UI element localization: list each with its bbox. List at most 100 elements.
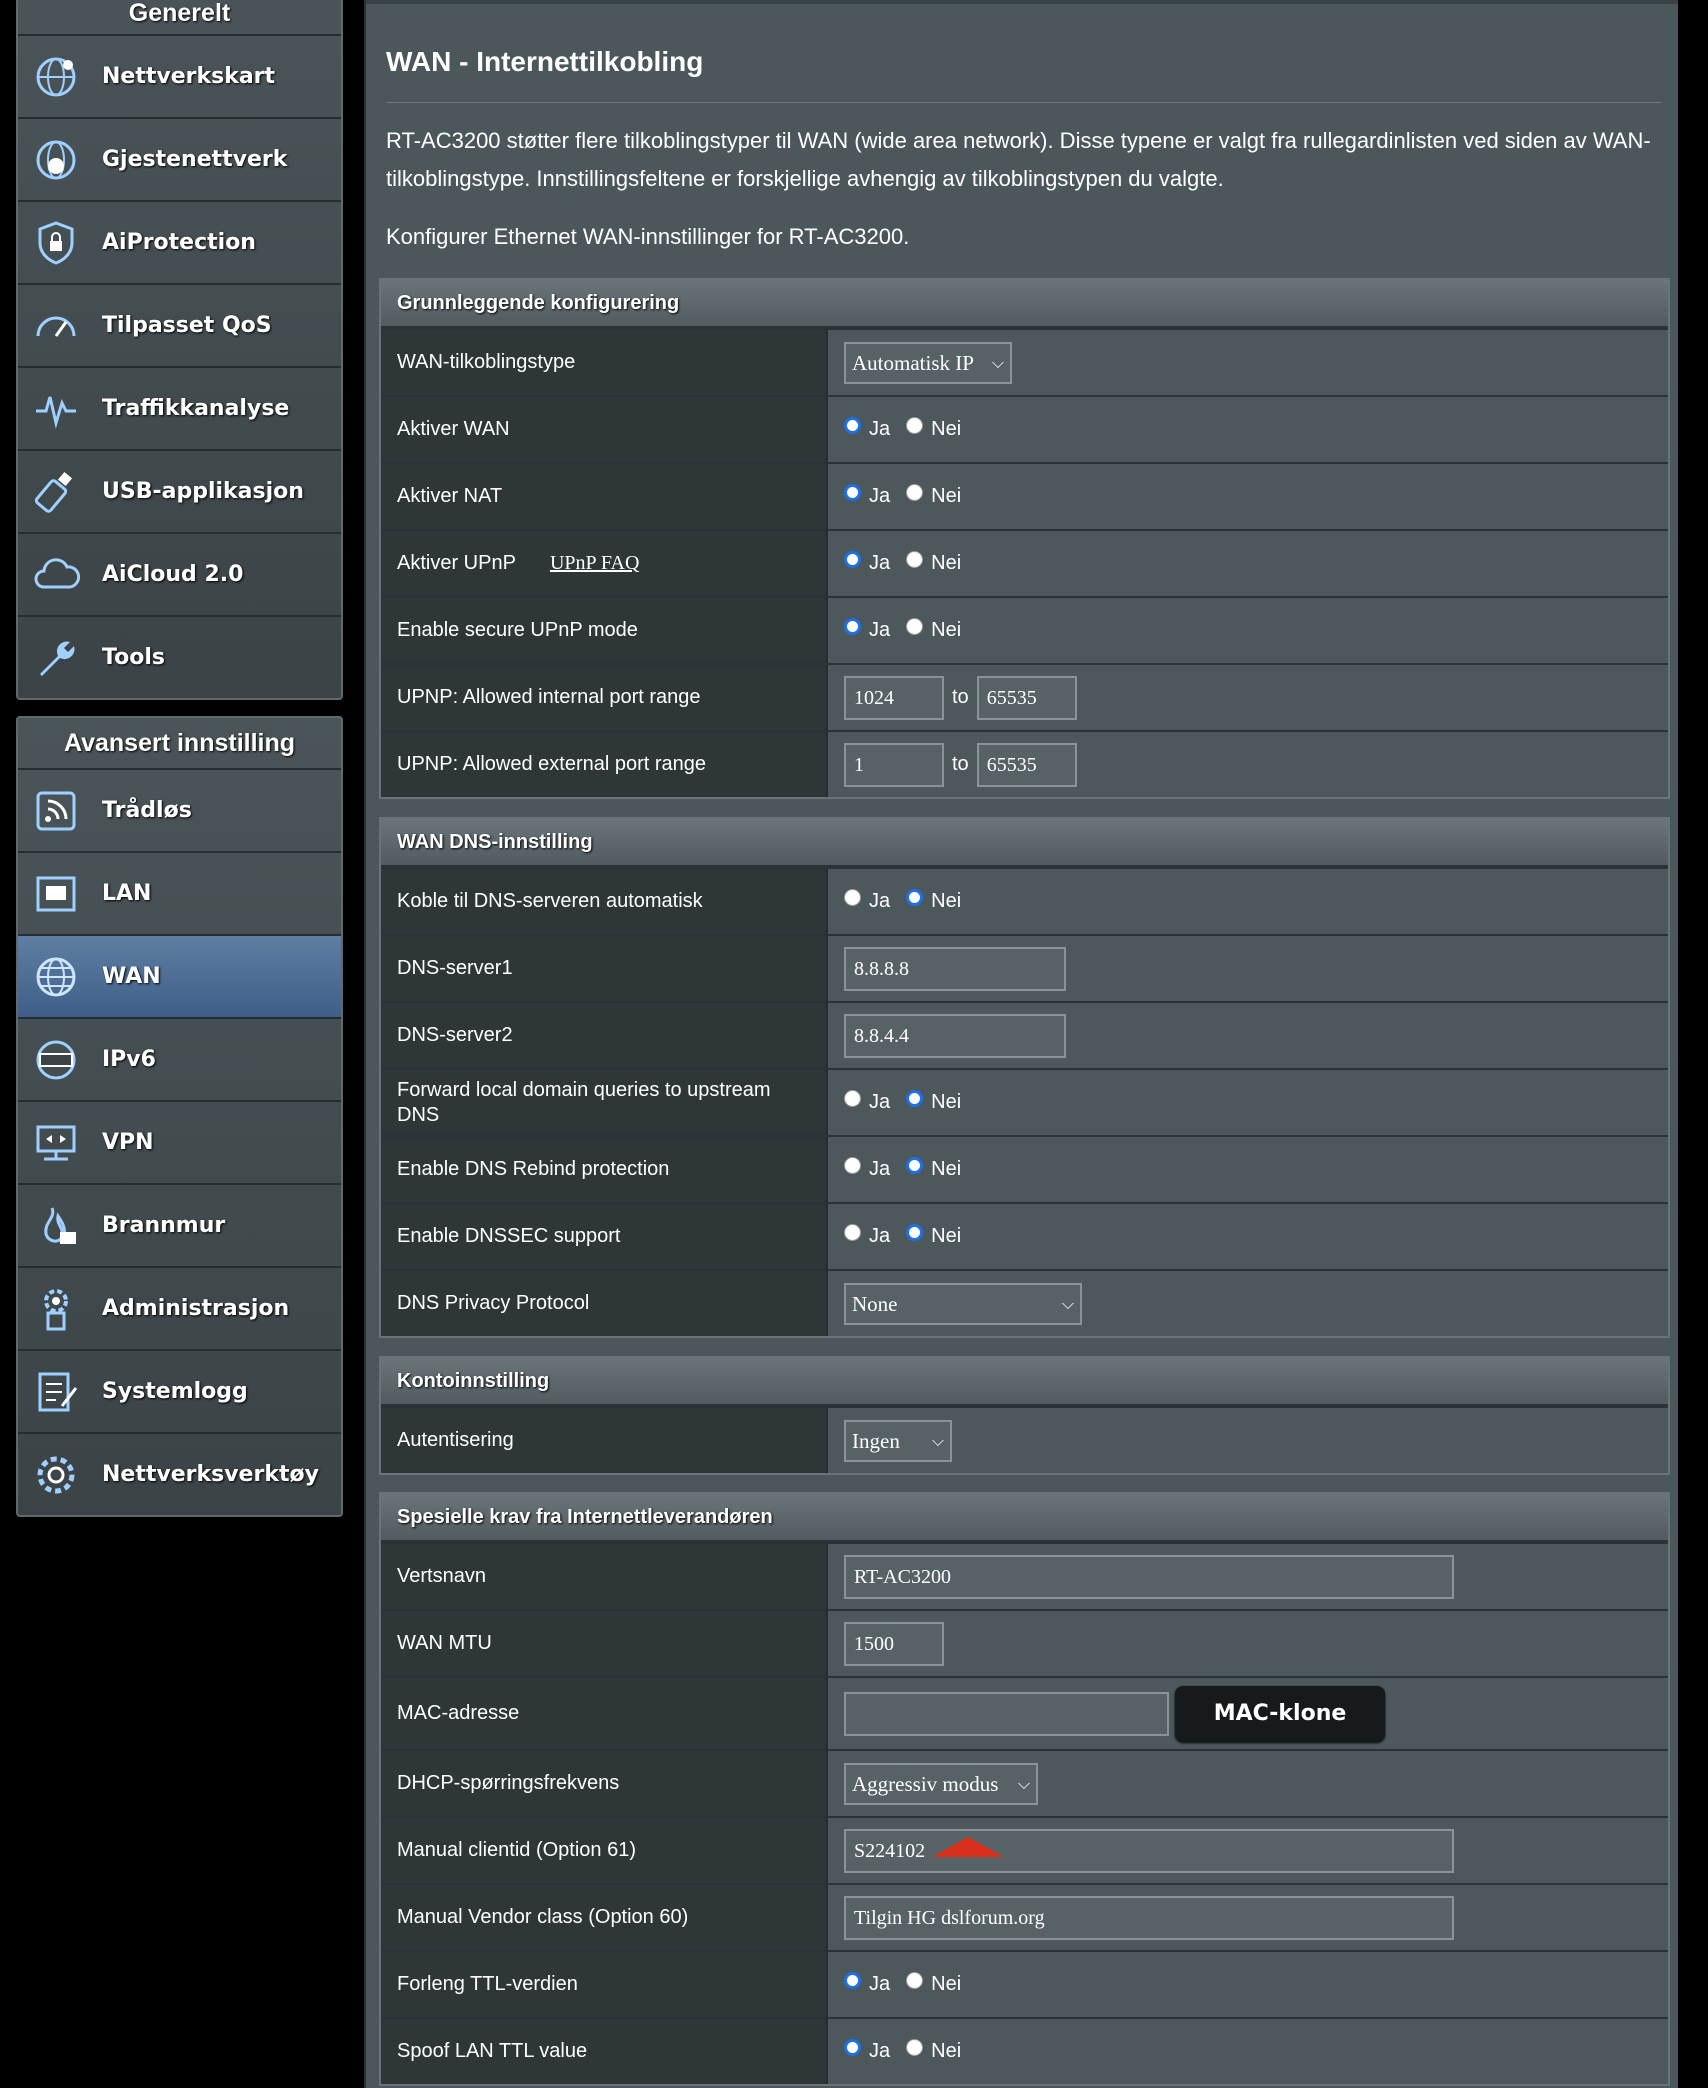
dns-privacy-select[interactable]: None ⌵ bbox=[844, 1282, 1082, 1325]
firewall-icon bbox=[32, 1202, 80, 1250]
upnp-internal-from-input[interactable]: 1024 bbox=[844, 675, 944, 720]
upnp-external-to-input[interactable]: 65535 bbox=[976, 742, 1077, 787]
sidebar-item-firewall[interactable]: Brannmur bbox=[18, 1185, 341, 1268]
row-auto-dns: Koble til DNS-serveren automatisk Ja Nei bbox=[381, 867, 1668, 934]
secure-upnp-yes-radio[interactable] bbox=[844, 618, 861, 635]
upnp-faq-link[interactable]: UPnP FAQ bbox=[550, 551, 639, 576]
sidebar-item-ipv6[interactable]: IPv6 bbox=[18, 1019, 341, 1102]
section-isp-requirements: Spesielle krav fra Internettleverandøren… bbox=[379, 1492, 1670, 2086]
enable-nat-no-radio[interactable] bbox=[906, 484, 924, 501]
sidebar-item-wan[interactable]: WAN bbox=[18, 936, 341, 1019]
mac-clone-button[interactable]: MAC-klone bbox=[1175, 1685, 1385, 1742]
hostname-input[interactable]: RT-AC3200 bbox=[844, 1554, 1454, 1599]
row-label: DNS-server2 bbox=[381, 1003, 828, 1068]
dns-server1-input[interactable]: 8.8.8.8 bbox=[844, 946, 1066, 991]
sidebar-item-wireless[interactable]: Trådløs bbox=[18, 770, 341, 853]
enable-wan-no-radio[interactable] bbox=[906, 417, 924, 434]
sidebar-item-guest-network[interactable]: Gjestenettverk bbox=[18, 119, 341, 202]
radio-label: Ja bbox=[869, 485, 891, 507]
usb-icon bbox=[32, 468, 80, 516]
sidebar: Generelt Nettverkskart Gjestenettverk Ai… bbox=[0, 0, 360, 2088]
dns-rebind-yes-radio[interactable] bbox=[844, 1157, 861, 1174]
dnssec-no-radio[interactable] bbox=[906, 1224, 924, 1241]
upnp-external-from-input[interactable]: 1 bbox=[844, 742, 944, 787]
auto-dns-no-radio[interactable] bbox=[906, 889, 924, 906]
wan-mtu-input[interactable]: 1500 bbox=[844, 1621, 944, 1666]
enable-upnp-yes-radio[interactable] bbox=[844, 551, 861, 568]
sidebar-item-network-tools[interactable]: Nettverksverktøy bbox=[18, 1434, 341, 1515]
sidebar-item-vpn[interactable]: VPN bbox=[18, 1102, 341, 1185]
sidebar-item-traffic[interactable]: Traffikkanalyse bbox=[18, 368, 341, 451]
enable-wan-radio-group: Ja Nei bbox=[844, 417, 977, 441]
clientid-input[interactable]: S224102 bbox=[844, 1828, 1454, 1873]
chevron-down-icon: ⌵ bbox=[1061, 1293, 1074, 1313]
extend-ttl-radio-group: Ja Nei bbox=[844, 1972, 977, 1996]
sidebar-item-label: VPN bbox=[102, 1130, 154, 1155]
sidebar-item-label: Systemlogg bbox=[102, 1379, 248, 1404]
sidebar-item-label: AiCloud 2.0 bbox=[102, 562, 244, 587]
sidebar-item-tools[interactable]: Tools bbox=[18, 617, 341, 698]
enable-nat-yes-radio[interactable] bbox=[844, 484, 861, 501]
dhcp-frequency-select[interactable]: Aggressiv modus ⌵ bbox=[844, 1762, 1038, 1805]
spoof-ttl-yes-radio[interactable] bbox=[844, 2039, 861, 2056]
forward-local-radio-group: Ja Nei bbox=[844, 1090, 977, 1114]
redaction-mark bbox=[932, 1836, 1004, 1857]
globe-icon bbox=[32, 953, 80, 1001]
sidebar-item-label: WAN bbox=[102, 964, 161, 989]
secure-upnp-no-radio[interactable] bbox=[906, 618, 924, 635]
enable-wan-yes-radio[interactable] bbox=[844, 417, 861, 434]
section-title: Kontoinnstilling bbox=[381, 1358, 1668, 1406]
spoof-ttl-no-radio[interactable] bbox=[906, 2039, 924, 2056]
row-dns1: DNS-server1 8.8.8.8 bbox=[381, 934, 1668, 1001]
forward-local-yes-radio[interactable] bbox=[844, 1090, 861, 1107]
sidebar-item-lan[interactable]: LAN bbox=[18, 853, 341, 936]
mac-address-input[interactable] bbox=[844, 1691, 1169, 1736]
dns-rebind-radio-group: Ja Nei bbox=[844, 1157, 977, 1181]
forward-local-no-radio[interactable] bbox=[906, 1090, 924, 1107]
dnssec-yes-radio[interactable] bbox=[844, 1224, 861, 1241]
main-top-bar bbox=[366, 0, 1678, 4]
row-wan-type: WAN-tilkoblingstype Automatisk IP ⌵ bbox=[381, 328, 1668, 395]
row-upnp-external: UPNP: Allowed external port range 1 to 6… bbox=[381, 730, 1668, 797]
row-label-text: Aktiver UPnP bbox=[397, 552, 516, 574]
wan-type-select[interactable]: Automatisk IP ⌵ bbox=[844, 341, 1012, 384]
auth-select[interactable]: Ingen ⌵ bbox=[844, 1419, 952, 1462]
enable-upnp-radio-group: Ja Nei bbox=[844, 551, 977, 575]
extend-ttl-yes-radio[interactable] bbox=[844, 1972, 861, 1989]
row-label: Aktiver WAN bbox=[381, 397, 828, 462]
page-description-2: Konfigurer Ethernet WAN-innstillinger fo… bbox=[386, 224, 910, 249]
vendor-class-input[interactable]: Tilgin HG dslforum.org bbox=[844, 1895, 1454, 1940]
sidebar-item-administration[interactable]: Administrasjon bbox=[18, 1268, 341, 1351]
row-dns-privacy: DNS Privacy Protocol None ⌵ bbox=[381, 1269, 1668, 1336]
row-upnp-internal: UPNP: Allowed internal port range 1024 t… bbox=[381, 663, 1668, 730]
extend-ttl-no-radio[interactable] bbox=[906, 1972, 924, 1989]
row-label: MAC-adresse bbox=[381, 1678, 828, 1749]
sidebar-item-aiprotection[interactable]: AiProtection bbox=[18, 202, 341, 285]
select-value: Ingen bbox=[852, 1428, 900, 1453]
row-secure-upnp: Enable secure UPnP mode Ja Nei bbox=[381, 596, 1668, 663]
select-value: Aggressiv modus bbox=[852, 1771, 999, 1796]
row-dhcp-freq: DHCP-spørringsfrekvens Aggressiv modus ⌵ bbox=[381, 1749, 1668, 1816]
upnp-internal-to-input[interactable]: 65535 bbox=[976, 675, 1077, 720]
row-mtu: WAN MTU 1500 bbox=[381, 1609, 1668, 1676]
sidebar-item-aicloud[interactable]: AiCloud 2.0 bbox=[18, 534, 341, 617]
sidebar-item-usb[interactable]: USB-applikasjon bbox=[18, 451, 341, 534]
sidebar-item-network-map[interactable]: Nettverkskart bbox=[18, 36, 341, 119]
dns-rebind-no-radio[interactable] bbox=[906, 1157, 924, 1174]
row-auth: Autentisering Ingen ⌵ bbox=[381, 1406, 1668, 1473]
dns-server2-input[interactable]: 8.8.4.4 bbox=[844, 1013, 1066, 1058]
radio-label: Ja bbox=[869, 418, 891, 440]
row-label: WAN MTU bbox=[381, 1611, 828, 1676]
enable-upnp-no-radio[interactable] bbox=[906, 551, 924, 568]
system-log-icon bbox=[32, 1368, 80, 1416]
select-value: Automatisk IP bbox=[852, 350, 974, 375]
section-title: Spesielle krav fra Internettleverandøren bbox=[381, 1494, 1668, 1542]
sidebar-item-qos[interactable]: Tilpasset QoS bbox=[18, 285, 341, 368]
sidebar-item-system-log[interactable]: Systemlogg bbox=[18, 1351, 341, 1434]
radio-label: Ja bbox=[869, 890, 891, 912]
chevron-down-icon: ⌵ bbox=[991, 352, 1004, 372]
radio-label: Ja bbox=[869, 619, 891, 641]
auto-dns-yes-radio[interactable] bbox=[844, 889, 861, 906]
guest-network-icon bbox=[32, 136, 80, 184]
vpn-icon bbox=[32, 1119, 80, 1167]
